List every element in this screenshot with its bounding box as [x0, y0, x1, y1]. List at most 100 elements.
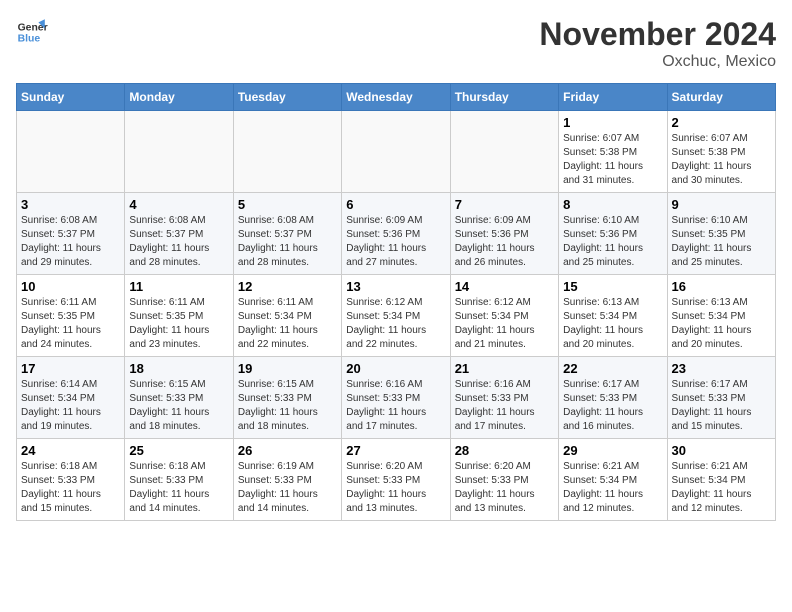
day-number: 29 [563, 443, 662, 458]
calendar-cell: 2 Sunrise: 6:07 AM Sunset: 5:38 PM Daylig… [667, 111, 775, 193]
calendar-cell: 8 Sunrise: 6:10 AM Sunset: 5:36 PM Daylig… [559, 193, 667, 275]
calendar-cell: 13 Sunrise: 6:12 AM Sunset: 5:34 PM Dayli… [342, 275, 450, 357]
logo-icon: General Blue [16, 16, 48, 48]
day-number: 6 [346, 197, 445, 212]
day-number: 27 [346, 443, 445, 458]
calendar-cell: 16 Sunrise: 6:13 AM Sunset: 5:34 PM Dayli… [667, 275, 775, 357]
calendar-cell: 6Sunrise: 6:09 AM Sunset: 5:36 PM Daylig… [342, 193, 450, 275]
day-number: 14 [455, 279, 554, 294]
month-title: November 2024 [539, 16, 776, 53]
day-info: Sunrise: 6:20 AM Sunset: 5:33 PM Dayligh… [455, 460, 554, 516]
day-number: 10 [21, 279, 120, 294]
calendar-cell [17, 111, 125, 193]
calendar-cell: 3 Sunrise: 6:08 AM Sunset: 5:37 PM Daylig… [17, 193, 125, 275]
day-info: Sunrise: 6:11 AM Sunset: 5:34 PM Dayligh… [238, 296, 337, 352]
day-number: 12 [238, 279, 337, 294]
calendar-table: SundayMondayTuesdayWednesdayThursdayFrid… [16, 83, 776, 521]
calendar-header-row: SundayMondayTuesdayWednesdayThursdayFrid… [17, 84, 776, 111]
day-number: 16 [672, 279, 771, 294]
day-number: 2 [672, 115, 771, 130]
day-number: 3 [21, 197, 120, 212]
day-info: Sunrise: 6:17 AM Sunset: 5:33 PM Dayligh… [563, 378, 662, 434]
day-number: 4 [129, 197, 228, 212]
day-info: Sunrise: 6:15 AM Sunset: 5:33 PM Dayligh… [129, 378, 228, 434]
day-info: Sunrise: 6:11 AM Sunset: 5:35 PM Dayligh… [21, 296, 120, 352]
day-number: 7 [455, 197, 554, 212]
calendar-cell: 17 Sunrise: 6:14 AM Sunset: 5:34 PM Dayli… [17, 357, 125, 439]
calendar-week-row: 1 Sunrise: 6:07 AM Sunset: 5:38 PM Daylig… [17, 111, 776, 193]
day-info: Sunrise: 6:20 AM Sunset: 5:33 PM Dayligh… [346, 460, 445, 516]
day-number: 21 [455, 361, 554, 376]
calendar-cell: 4Sunrise: 6:08 AM Sunset: 5:37 PM Daylig… [125, 193, 233, 275]
calendar-cell: 27 Sunrise: 6:20 AM Sunset: 5:33 PM Dayli… [342, 439, 450, 521]
day-info: Sunrise: 6:13 AM Sunset: 5:34 PM Dayligh… [563, 296, 662, 352]
calendar-cell: 11Sunrise: 6:11 AM Sunset: 5:35 PM Dayli… [125, 275, 233, 357]
calendar-cell [342, 111, 450, 193]
calendar-cell: 24Sunrise: 6:18 AM Sunset: 5:33 PM Dayli… [17, 439, 125, 521]
day-info: Sunrise: 6:15 AM Sunset: 5:33 PM Dayligh… [238, 378, 337, 434]
calendar-cell: 14 Sunrise: 6:12 AM Sunset: 5:34 PM Dayli… [450, 275, 558, 357]
calendar-week-row: 24Sunrise: 6:18 AM Sunset: 5:33 PM Dayli… [17, 439, 776, 521]
svg-text:Blue: Blue [18, 34, 41, 45]
day-info: Sunrise: 6:18 AM Sunset: 5:33 PM Dayligh… [21, 460, 120, 516]
day-info: Sunrise: 6:19 AM Sunset: 5:33 PM Dayligh… [238, 460, 337, 516]
day-info: Sunrise: 6:07 AM Sunset: 5:38 PM Dayligh… [563, 132, 662, 188]
logo: General Blue [16, 16, 48, 48]
page-header: General Blue November 2024 Oxchuc, Mexic… [16, 16, 776, 71]
day-info: Sunrise: 6:07 AM Sunset: 5:38 PM Dayligh… [672, 132, 771, 188]
day-number: 30 [672, 443, 771, 458]
location: Oxchuc, Mexico [539, 53, 776, 71]
day-info: Sunrise: 6:12 AM Sunset: 5:34 PM Dayligh… [455, 296, 554, 352]
calendar-cell: 18 Sunrise: 6:15 AM Sunset: 5:33 PM Dayli… [125, 357, 233, 439]
day-info: Sunrise: 6:08 AM Sunset: 5:37 PM Dayligh… [21, 214, 120, 270]
day-number: 1 [563, 115, 662, 130]
day-info: Sunrise: 6:18 AM Sunset: 5:33 PM Dayligh… [129, 460, 228, 516]
day-number: 28 [455, 443, 554, 458]
calendar-cell: 22 Sunrise: 6:17 AM Sunset: 5:33 PM Dayli… [559, 357, 667, 439]
day-number: 11 [129, 279, 228, 294]
calendar-cell: 7Sunrise: 6:09 AM Sunset: 5:36 PM Daylig… [450, 193, 558, 275]
calendar-week-row: 3 Sunrise: 6:08 AM Sunset: 5:37 PM Daylig… [17, 193, 776, 275]
calendar-day-header: Saturday [667, 84, 775, 111]
day-info: Sunrise: 6:10 AM Sunset: 5:36 PM Dayligh… [563, 214, 662, 270]
calendar-day-header: Friday [559, 84, 667, 111]
calendar-cell: 23 Sunrise: 6:17 AM Sunset: 5:33 PM Dayli… [667, 357, 775, 439]
day-number: 18 [129, 361, 228, 376]
calendar-cell: 12 Sunrise: 6:11 AM Sunset: 5:34 PM Dayli… [233, 275, 341, 357]
day-info: Sunrise: 6:21 AM Sunset: 5:34 PM Dayligh… [672, 460, 771, 516]
day-number: 22 [563, 361, 662, 376]
calendar-cell: 15 Sunrise: 6:13 AM Sunset: 5:34 PM Dayli… [559, 275, 667, 357]
calendar-cell: 30 Sunrise: 6:21 AM Sunset: 5:34 PM Dayli… [667, 439, 775, 521]
calendar-day-header: Sunday [17, 84, 125, 111]
day-number: 17 [21, 361, 120, 376]
day-number: 25 [129, 443, 228, 458]
calendar-week-row: 17 Sunrise: 6:14 AM Sunset: 5:34 PM Dayli… [17, 357, 776, 439]
calendar-cell: 25 Sunrise: 6:18 AM Sunset: 5:33 PM Dayli… [125, 439, 233, 521]
day-info: Sunrise: 6:13 AM Sunset: 5:34 PM Dayligh… [672, 296, 771, 352]
calendar-cell: 9Sunrise: 6:10 AM Sunset: 5:35 PM Daylig… [667, 193, 775, 275]
calendar-cell [450, 111, 558, 193]
day-number: 15 [563, 279, 662, 294]
calendar-cell: 5 Sunrise: 6:08 AM Sunset: 5:37 PM Daylig… [233, 193, 341, 275]
day-number: 13 [346, 279, 445, 294]
day-number: 26 [238, 443, 337, 458]
calendar-cell: 19 Sunrise: 6:15 AM Sunset: 5:33 PM Dayli… [233, 357, 341, 439]
day-info: Sunrise: 6:17 AM Sunset: 5:33 PM Dayligh… [672, 378, 771, 434]
day-info: Sunrise: 6:16 AM Sunset: 5:33 PM Dayligh… [455, 378, 554, 434]
calendar-cell: 29Sunrise: 6:21 AM Sunset: 5:34 PM Dayli… [559, 439, 667, 521]
day-number: 8 [563, 197, 662, 212]
title-area: November 2024 Oxchuc, Mexico [539, 16, 776, 71]
day-info: Sunrise: 6:14 AM Sunset: 5:34 PM Dayligh… [21, 378, 120, 434]
calendar-day-header: Monday [125, 84, 233, 111]
calendar-cell: 21 Sunrise: 6:16 AM Sunset: 5:33 PM Dayli… [450, 357, 558, 439]
calendar-day-header: Thursday [450, 84, 558, 111]
calendar-day-header: Tuesday [233, 84, 341, 111]
calendar-day-header: Wednesday [342, 84, 450, 111]
day-number: 19 [238, 361, 337, 376]
day-info: Sunrise: 6:08 AM Sunset: 5:37 PM Dayligh… [238, 214, 337, 270]
day-number: 23 [672, 361, 771, 376]
calendar-cell [233, 111, 341, 193]
calendar-cell [125, 111, 233, 193]
day-number: 5 [238, 197, 337, 212]
day-info: Sunrise: 6:12 AM Sunset: 5:34 PM Dayligh… [346, 296, 445, 352]
